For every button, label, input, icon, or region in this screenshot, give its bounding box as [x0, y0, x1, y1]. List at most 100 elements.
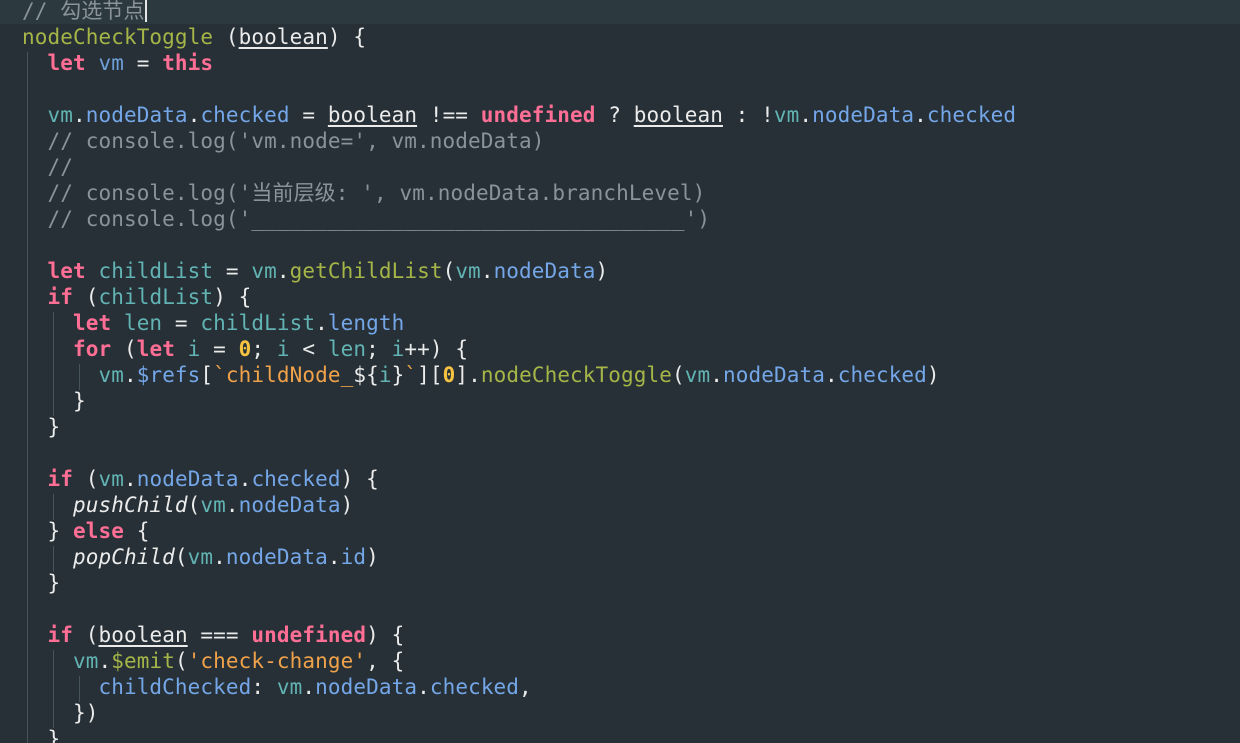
code-token: checked — [837, 363, 927, 387]
code-token: ) { — [213, 285, 252, 309]
code-token: !== — [417, 103, 481, 127]
code-token: checked — [251, 467, 341, 491]
code-line-8[interactable]: // console.log('当前层级: ', vm.nodeData.bra… — [22, 180, 705, 206]
code-token: ; — [251, 337, 277, 361]
code-token: if — [22, 623, 73, 647]
code-token: ` — [404, 363, 418, 387]
code-line-13[interactable]: let len = childList.length — [22, 310, 404, 336]
code-token: childChecked — [22, 675, 252, 699]
code-token: vm — [773, 103, 800, 127]
code-token: let — [22, 259, 86, 283]
code-token: // console.log('当前层级: ', vm.nodeData.bra… — [22, 181, 706, 205]
code-token: let — [22, 311, 112, 335]
code-token: ( — [213, 25, 239, 49]
code-token: vm — [684, 363, 711, 387]
code-token: length — [327, 311, 405, 335]
code-line-27[interactable]: childChecked: vm.nodeData.checked, — [22, 674, 532, 700]
code-token: i — [276, 337, 290, 361]
code-token: pushChild — [22, 493, 188, 517]
code-token: ; — [366, 337, 392, 361]
code-token: if — [22, 467, 73, 491]
code-token: ( — [72, 285, 99, 309]
code-token: boolean — [633, 103, 723, 127]
code-token: : ! — [722, 103, 774, 127]
code-token: ( — [174, 649, 188, 673]
code-token: nodeData — [85, 103, 188, 127]
code-line-3[interactable]: let vm = this — [22, 50, 213, 76]
code-token: . — [315, 311, 328, 335]
code-line-20[interactable]: pushChild(vm.nodeData) — [22, 492, 353, 518]
code-token: nodeData — [493, 259, 596, 283]
code-line-26[interactable]: vm.$emit('check-change', { — [22, 648, 404, 674]
code-line-28[interactable]: }) — [22, 700, 98, 726]
code-editor[interactable]: // 勾选节点 nodeCheckToggle (boolean) { let v… — [0, 0, 1240, 743]
code-token: . — [327, 545, 341, 569]
code-line-16[interactable]: } — [22, 388, 86, 414]
code-token: vm — [251, 259, 277, 283]
code-token: , — [519, 675, 532, 699]
code-token: }) — [22, 701, 99, 725]
code-token: ${ — [353, 363, 379, 387]
code-line-14[interactable]: for (let i = 0; i < len; i++) { — [22, 336, 468, 362]
code-line-25[interactable]: if (boolean === undefined) { — [22, 622, 404, 648]
code-line-23[interactable]: } — [22, 570, 60, 596]
code-token: ) — [926, 363, 940, 387]
code-token: 0 — [238, 337, 252, 361]
code-token: nodeData — [315, 675, 418, 699]
code-token: ( — [672, 363, 685, 387]
code-token: this — [162, 51, 214, 75]
code-token: ( — [442, 259, 456, 283]
code-token: checked — [200, 103, 290, 127]
code-token: ) — [340, 493, 354, 517]
code-token: === — [187, 623, 252, 647]
code-token: `childNode_ — [213, 363, 354, 387]
code-token: nodeData — [238, 493, 341, 517]
code-line-6[interactable]: // console.log('vm.node=', vm.nodeData) — [22, 128, 544, 154]
code-token: , { — [366, 649, 405, 673]
code-line-12[interactable]: if (childList) { — [22, 284, 251, 310]
code-token: // — [22, 155, 73, 179]
code-token: ][ — [417, 363, 443, 387]
code-token: vm — [22, 649, 99, 673]
code-token: i — [378, 363, 392, 387]
code-token: else — [72, 519, 124, 543]
code-token: len — [111, 311, 163, 335]
code-token: boolean — [238, 25, 328, 49]
code-token: } — [22, 519, 73, 543]
code-line-1[interactable]: // 勾选节点 — [0, 0, 1240, 24]
code-line-22[interactable]: popChild(vm.nodeData.id) — [22, 544, 379, 570]
code-token: // 勾选节点 — [22, 0, 145, 23]
code-token: [ — [200, 363, 214, 387]
code-line-15[interactable]: vm.$refs[`childNode_${i}`][0].nodeCheckT… — [22, 362, 940, 388]
code-token: nodeCheckToggle — [22, 25, 214, 49]
code-line-9[interactable]: // console.log('________________________… — [22, 206, 710, 232]
code-line-2[interactable]: nodeCheckToggle (boolean) { — [22, 24, 366, 50]
code-token: undefined — [480, 103, 596, 127]
code-token: ) { — [327, 25, 367, 49]
code-line-11[interactable]: let childList = vm.getChildList(vm.nodeD… — [22, 258, 608, 284]
code-line-5[interactable]: vm.nodeData.checked = boolean !== undefi… — [22, 102, 1016, 128]
code-token: len — [327, 337, 367, 361]
code-token: . — [799, 103, 813, 127]
code-line-21[interactable]: } else { — [22, 518, 149, 544]
code-token: = — [123, 51, 163, 75]
code-token: nodeData — [812, 103, 915, 127]
code-token: 0 — [442, 363, 456, 387]
code-token: } — [22, 727, 61, 743]
code-token: let — [136, 337, 175, 361]
code-token: vm — [200, 493, 226, 517]
code-line-19[interactable]: if (vm.nodeData.checked) { — [22, 466, 379, 492]
code-token: popChild — [22, 545, 175, 569]
text-cursor — [144, 0, 147, 22]
code-token: . — [302, 675, 316, 699]
code-line-29[interactable]: } — [22, 726, 60, 743]
code-token: childList — [98, 285, 214, 309]
code-line-17[interactable]: } — [22, 414, 60, 440]
code-token: vm — [22, 363, 124, 387]
code-token: . — [225, 493, 239, 517]
code-token: . — [824, 363, 838, 387]
code-token: // console.log('________________________… — [22, 207, 711, 231]
code-token: ) — [366, 545, 379, 569]
code-line-7[interactable]: // — [22, 154, 73, 180]
code-token: boolean — [327, 103, 418, 127]
